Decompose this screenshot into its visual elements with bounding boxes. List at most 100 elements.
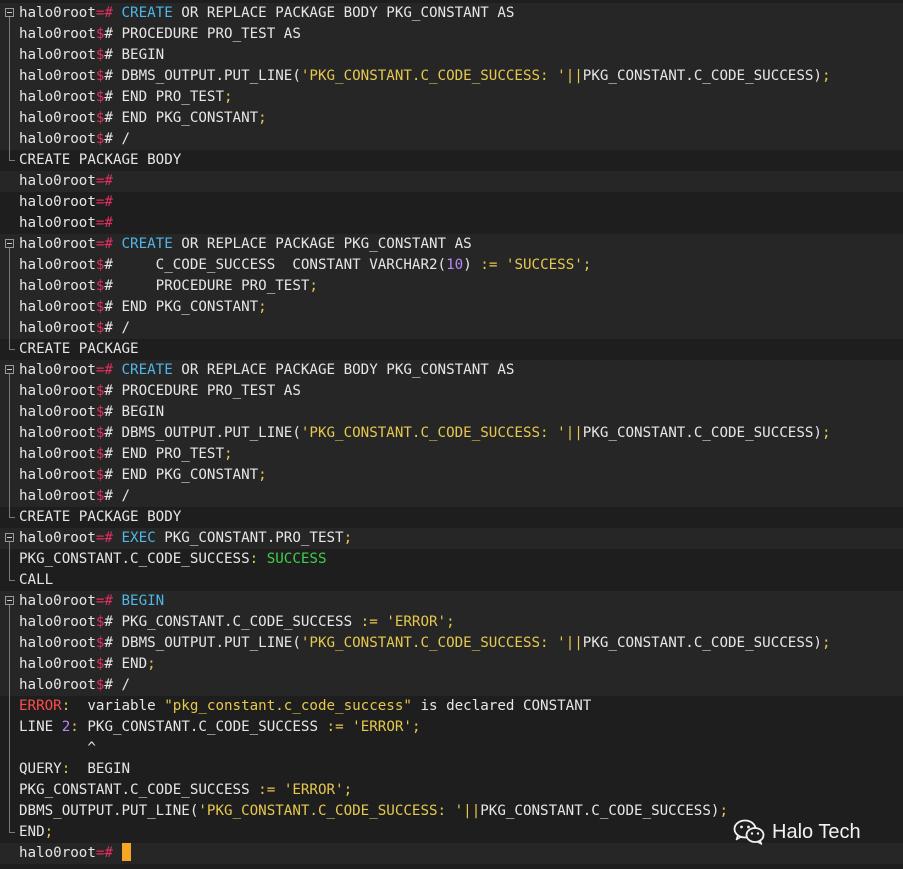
fold-guide (5, 612, 15, 633)
fold-guide (5, 318, 15, 339)
fold-guide (5, 276, 15, 297)
text-segment: halo0root (19, 131, 96, 147)
terminal-output-line: CREATE PACKAGE BODY (0, 150, 903, 171)
text-segment: : (61, 761, 88, 777)
terminal-output[interactable]: halo0root=# CREATE OR REPLACE PACKAGE BO… (0, 3, 903, 864)
text-segment: halo0root (19, 68, 96, 84)
text-segment: halo0root (19, 614, 96, 630)
text-segment: 'PKG_CONSTANT.C_CODE_SUCCESS: ' (198, 803, 464, 819)
text-segment: ; (582, 257, 592, 273)
text-segment: CREATE (121, 5, 173, 21)
text-segment: halo0root (19, 593, 96, 609)
text-segment: OR REPLACE PACKAGE BODY PKG_CONSTANT AS (172, 5, 515, 21)
text-segment: 10 (446, 257, 464, 273)
text-segment: || (463, 803, 481, 819)
terminal-command-line: halo0root$# PROCEDURE PRO_TEST; (0, 276, 903, 297)
terminal-command-line: halo0root=# (0, 171, 903, 192)
watermark-text: Halo Tech (772, 820, 861, 843)
text-segment: ; (258, 299, 267, 315)
text-segment: ; (343, 530, 353, 546)
terminal-command-line: halo0root$# PKG_CONSTANT.C_CODE_SUCCESS … (0, 612, 903, 633)
text-segment: PKG_CONSTANT.C_CODE_SUCCESS) (582, 68, 822, 84)
fold-guide (5, 738, 15, 759)
text-segment: BEGIN (87, 761, 131, 777)
collapse-toggle-icon[interactable] (5, 360, 15, 381)
text-segment: # DBMS_OUTPUT.PUT_LINE( (104, 68, 301, 84)
text-segment: CREATE PACKAGE (19, 341, 139, 357)
collapse-toggle-icon[interactable] (5, 234, 15, 255)
text-segment: : (249, 551, 267, 567)
text-segment: # PKG_CONSTANT.C_CODE_SUCCESS (104, 614, 361, 630)
terminal-command-line: halo0root$# DBMS_OUTPUT.PUT_LINE('PKG_CO… (0, 633, 903, 654)
terminal-command-line: halo0root$# END PRO_TEST; (0, 87, 903, 108)
text-segment: halo0root (19, 173, 96, 189)
terminal-output-line: CALL (0, 570, 903, 591)
fold-guide (5, 675, 15, 696)
text-segment: # C_CODE_SUCCESS CONSTANT VARCHAR2( (104, 257, 447, 273)
terminal-command-line: halo0root$# END PKG_CONSTANT; (0, 297, 903, 318)
fold-guide (5, 486, 15, 507)
terminal-command-line: halo0root=# EXEC PKG_CONSTANT.PRO_TEST; (0, 528, 903, 549)
text-segment: =# (95, 362, 122, 378)
text-segment: := (326, 719, 344, 735)
text-segment: END (19, 824, 45, 840)
text-segment: ; (411, 719, 421, 735)
text-segment: PKG_CONSTANT.C_CODE_SUCCESS) (582, 425, 822, 441)
watermark: Halo Tech (733, 817, 861, 847)
text-segment: =# (95, 215, 113, 231)
text-segment: BEGIN (121, 593, 165, 609)
text-segment: halo0root (19, 362, 96, 378)
text-segment: halo0root (19, 5, 96, 21)
terminal-command-line: halo0root=# CREATE OR REPLACE PACKAGE PK… (0, 234, 903, 255)
text-segment: halo0root (19, 257, 96, 273)
text-segment: 'ERROR' (352, 719, 412, 735)
text-segment: ; (821, 635, 831, 651)
text-segment: # / (104, 677, 131, 693)
text-segment: halo0root (19, 530, 96, 546)
text-segment: 2 (61, 719, 71, 735)
text-segment: halo0root (19, 47, 96, 63)
terminal-command-line: halo0root=# CREATE OR REPLACE PACKAGE BO… (0, 360, 903, 381)
text-segment: ; (343, 782, 353, 798)
fold-guide (5, 45, 15, 66)
text-segment: =# (95, 530, 122, 546)
fold-guide (5, 423, 15, 444)
text-segment: # END PKG_CONSTANT (104, 299, 259, 315)
text-segment: PKG_CONSTANT.C_CODE_SUCCESS) (480, 803, 720, 819)
terminal-output-line: halo0root=# (0, 192, 903, 213)
fold-guide (5, 801, 15, 822)
collapse-toggle-icon[interactable] (5, 591, 15, 612)
text-segment: # / (104, 131, 131, 147)
wechat-icon (733, 819, 765, 845)
text-segment: || (565, 635, 583, 651)
fold-guide (5, 129, 15, 150)
collapse-toggle-icon[interactable] (5, 528, 15, 549)
terminal-output-line: halo0root=# (0, 213, 903, 234)
text-segment (275, 782, 284, 798)
terminal-command-line: halo0root$# BEGIN (0, 45, 903, 66)
text-segment: ; (258, 467, 267, 483)
collapse-toggle-icon[interactable] (5, 3, 15, 24)
text-segment: halo0root (19, 467, 96, 483)
text-segment: 'PKG_CONSTANT.C_CODE_SUCCESS: ' (300, 635, 566, 651)
terminal-output-line: CREATE PACKAGE (0, 339, 903, 360)
terminal-output-line: LINE 2: PKG_CONSTANT.C_CODE_SUCCESS := '… (0, 717, 903, 738)
fold-guide (5, 108, 15, 129)
text-segment: OR REPLACE PACKAGE PKG_CONSTANT AS (172, 236, 472, 252)
text-segment: =# (95, 593, 122, 609)
text-segment: # END (104, 656, 148, 672)
text-segment: halo0root (19, 845, 96, 861)
fold-guide (5, 717, 15, 738)
fold-guide (5, 759, 15, 780)
text-segment: =# (95, 194, 113, 210)
fold-guide (5, 696, 15, 717)
text-segment: # END PRO_TEST (104, 89, 225, 105)
text-segment: LINE (19, 719, 62, 735)
fold-guide (5, 150, 15, 171)
text-segment: =# (95, 173, 113, 189)
text-segment: halo0root (19, 215, 96, 231)
text-segment: EXEC (121, 530, 156, 546)
text-segment: ; (147, 656, 156, 672)
text-segment: # END PKG_CONSTANT (104, 110, 259, 126)
text-segment: PKG_CONSTANT.C_CODE_SUCCESS) (582, 635, 822, 651)
